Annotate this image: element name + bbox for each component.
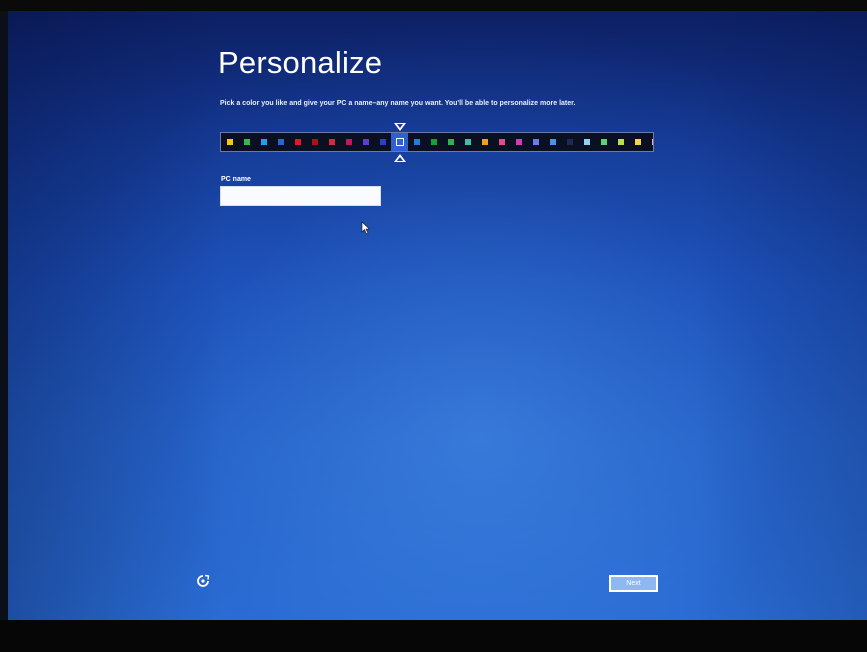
color-swatch-chip (600, 139, 607, 145)
color-swatch-chip (379, 139, 386, 145)
pc-name-label: PC name (221, 176, 251, 183)
color-swatch[interactable] (561, 133, 578, 151)
color-swatch[interactable] (612, 133, 629, 151)
color-swatch-chip (447, 139, 454, 145)
color-swatch-chip (243, 139, 250, 145)
color-swatch-chip (617, 139, 624, 145)
color-swatch-chip (226, 139, 233, 145)
color-swatch[interactable] (272, 133, 289, 151)
color-swatch[interactable] (510, 133, 527, 151)
color-swatch[interactable] (425, 133, 442, 151)
monitor-bezel-left (0, 11, 8, 620)
color-swatch-chip (651, 139, 653, 145)
color-swatch[interactable] (221, 133, 238, 151)
color-selector-top-marker (394, 123, 406, 131)
color-swatch[interactable] (476, 133, 493, 151)
color-swatch-chip (413, 139, 420, 145)
color-swatch[interactable] (357, 133, 374, 151)
mouse-pointer-icon (361, 221, 371, 235)
page-instructions: Pick a color you like and give your PC a… (220, 100, 576, 107)
color-swatch[interactable] (527, 133, 544, 151)
color-picker-bar[interactable] (220, 132, 654, 152)
color-swatch[interactable] (323, 133, 340, 151)
color-swatch[interactable] (578, 133, 595, 151)
pc-name-input[interactable] (220, 186, 381, 206)
color-swatch-chip (498, 139, 505, 145)
color-swatch-chip (395, 138, 404, 146)
color-swatch[interactable] (459, 133, 476, 151)
color-swatch-chip (260, 139, 267, 145)
color-swatch-chip (634, 139, 641, 145)
color-swatch-chip (430, 139, 437, 145)
color-swatch-chip (311, 139, 318, 145)
color-swatch[interactable] (408, 133, 425, 151)
color-swatch-chip (328, 139, 335, 145)
setup-screen: Personalize Pick a color you like and gi… (8, 11, 867, 620)
monitor-bezel-bottom (0, 620, 867, 652)
color-swatch-chip (549, 139, 556, 145)
monitor-bezel-top (0, 0, 867, 11)
color-swatch[interactable] (493, 133, 510, 151)
color-swatch[interactable] (391, 133, 408, 151)
color-swatch-chip (345, 139, 352, 145)
page-title: Personalize (218, 45, 383, 80)
ease-of-access-icon[interactable] (195, 574, 211, 590)
color-swatch-chip (583, 139, 590, 145)
color-swatch[interactable] (255, 133, 272, 151)
color-swatch[interactable] (238, 133, 255, 151)
color-swatch[interactable] (340, 133, 357, 151)
color-swatch-chip (481, 139, 488, 145)
color-swatch-chip (362, 139, 369, 145)
color-swatch-chip (294, 139, 301, 145)
color-swatch[interactable] (442, 133, 459, 151)
color-swatch-chip (464, 139, 471, 145)
color-swatch[interactable] (595, 133, 612, 151)
color-swatch[interactable] (306, 133, 323, 151)
color-swatch[interactable] (629, 133, 646, 151)
color-swatch-chip (515, 139, 522, 145)
color-swatch-chip (566, 139, 573, 145)
next-button[interactable]: Next (609, 575, 658, 592)
color-swatch[interactable] (646, 133, 653, 151)
ease-of-access-glyph (197, 574, 210, 587)
color-swatch-chip (532, 139, 539, 145)
color-swatch[interactable] (289, 133, 306, 151)
color-swatch[interactable] (374, 133, 391, 151)
color-swatch[interactable] (544, 133, 561, 151)
color-swatch-chip (277, 139, 284, 145)
color-selector-bottom-marker[interactable] (394, 154, 406, 162)
